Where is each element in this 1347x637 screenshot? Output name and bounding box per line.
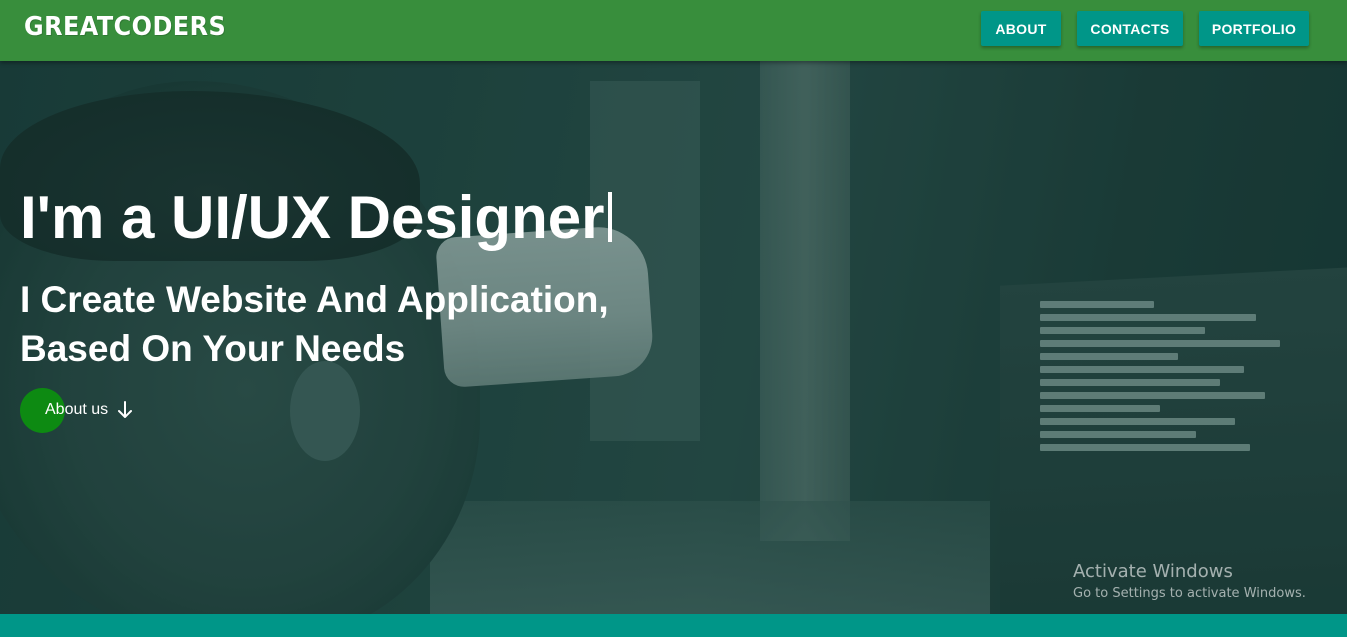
typing-cursor (608, 192, 613, 242)
windows-activation-watermark: Activate Windows Go to Settings to activ… (1073, 561, 1306, 605)
arrow-down-icon (117, 401, 133, 419)
hero-subtitle: I Create Website And Application, Based … (20, 275, 700, 373)
nav-contacts-button[interactable]: CONTACTS (1077, 11, 1183, 46)
site-logo[interactable]: GREATCODERS (24, 12, 226, 42)
navbar: GREATCODERS ABOUT CONTACTS PORTFOLIO (0, 0, 1347, 61)
hero-title-text: I'm a UI/UX Designer (20, 184, 605, 251)
about-us-label: About us (45, 401, 109, 418)
watermark-title: Activate Windows (1073, 561, 1233, 582)
watermark-subtitle: Go to Settings to activate Windows. (1073, 586, 1306, 601)
nav-about-button[interactable]: ABOUT (981, 11, 1061, 46)
about-us-link[interactable]: About us (20, 388, 133, 433)
bottom-strip (0, 614, 1347, 637)
nav-portfolio-button[interactable]: PORTFOLIO (1199, 11, 1309, 46)
hero-title: I'm a UI/UX Designer (20, 184, 613, 251)
hero-subtitle-line1: I Create Website And Application, (20, 279, 609, 320)
page: GREATCODERS ABOUT CONTACTS PORTFOLIO I'm… (0, 0, 1347, 637)
hero-subtitle-line2: Based On Your Needs (20, 328, 406, 369)
